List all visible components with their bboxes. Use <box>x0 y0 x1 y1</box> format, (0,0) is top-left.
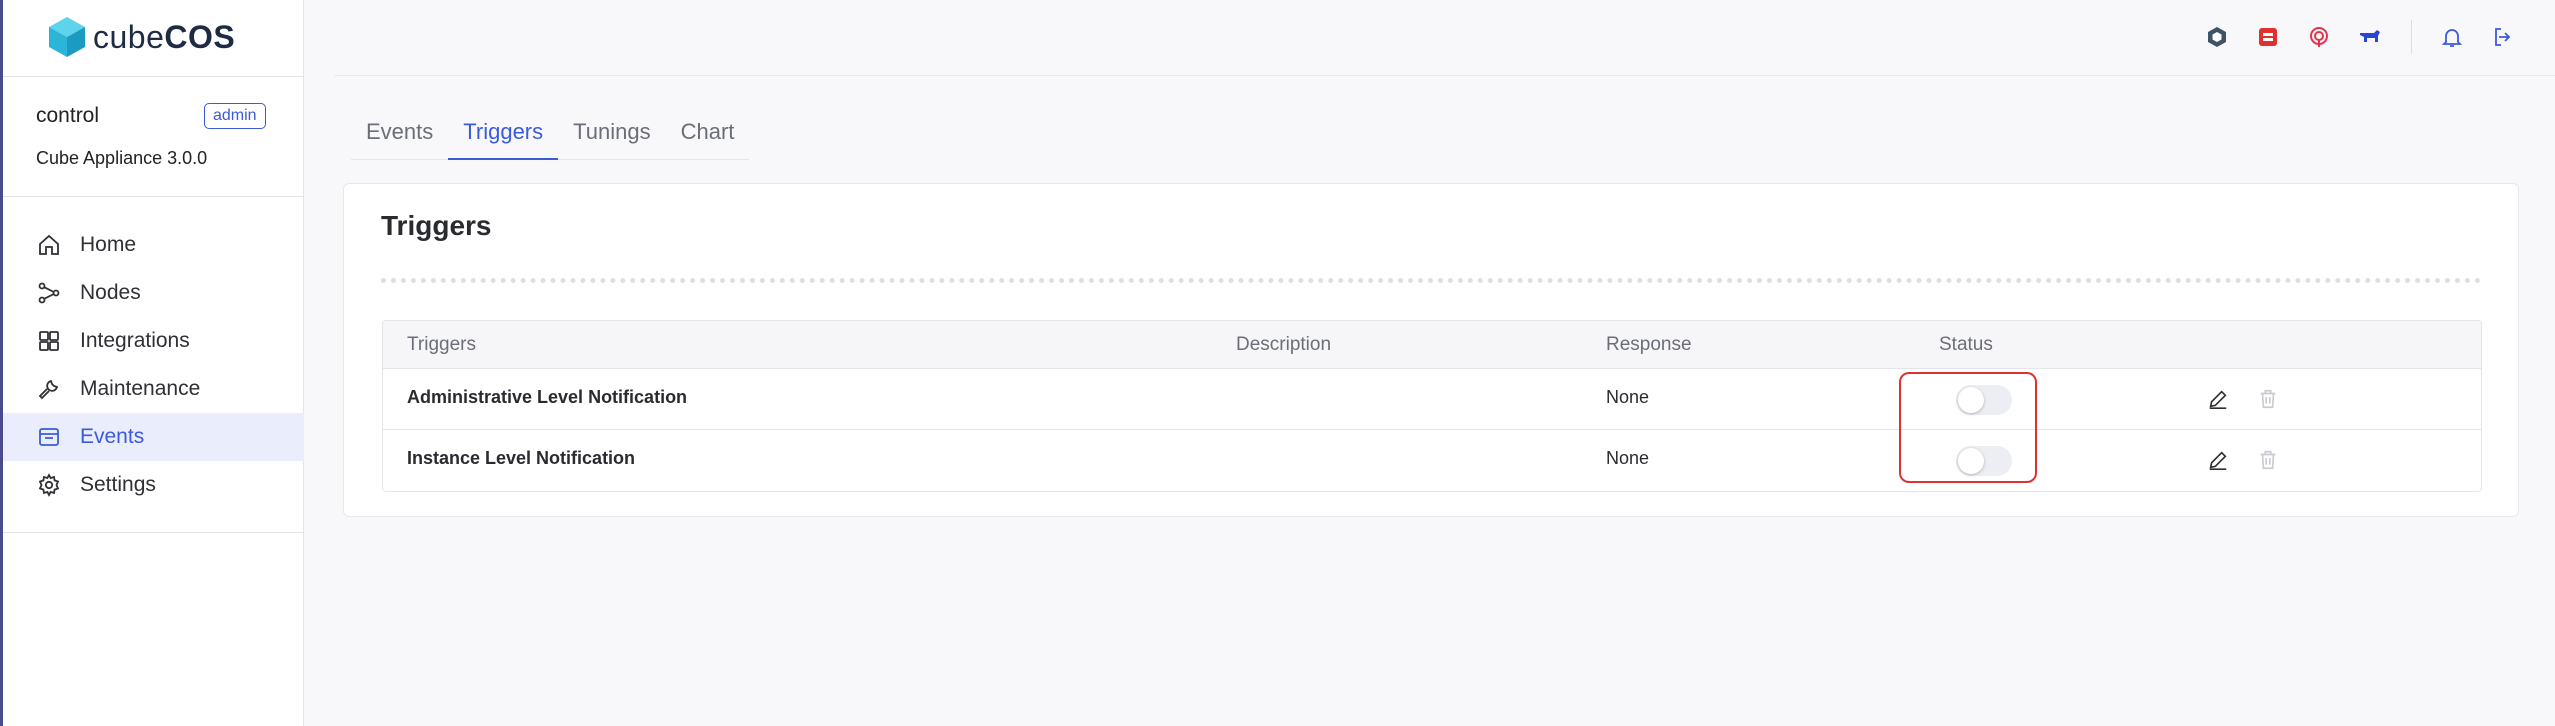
status-toggle[interactable] <box>1956 385 2012 415</box>
sidebar-nav: Home Nodes Integrations Maintenance Even… <box>3 221 304 509</box>
gear-icon <box>38 473 60 497</box>
user-name: control <box>36 104 100 127</box>
sidebar-item-home[interactable]: Home <box>3 221 304 269</box>
dotted-divider <box>381 278 2482 283</box>
trash-icon <box>2260 389 2276 409</box>
sidebar: cubeCOS control admin Cube Appliance 3.0… <box>3 0 304 726</box>
logout-button[interactable] <box>2488 22 2518 52</box>
openstack-icon <box>2208 27 2226 47</box>
sidebar-item-label: Events <box>80 425 145 448</box>
ceph-button[interactable] <box>2304 22 2334 52</box>
tab-events[interactable]: Events <box>351 112 448 160</box>
header-description: Description <box>1236 334 1332 355</box>
delete-button[interactable] <box>2255 447 2281 473</box>
sidebar-divider <box>3 76 304 77</box>
triggers-card: Triggers Triggers Description Response S… <box>343 183 2519 517</box>
header-status: Status <box>1939 334 1993 355</box>
moose-icon <box>2360 30 2380 42</box>
integrations-icon <box>39 331 59 351</box>
triggers-table: Triggers Description Response Status Adm… <box>382 320 2482 492</box>
notifications-button[interactable] <box>2437 22 2467 52</box>
sidebar-divider <box>3 532 304 533</box>
status-toggle[interactable] <box>1956 446 2012 476</box>
header-triggers: Triggers <box>407 334 476 355</box>
events-icon <box>39 428 59 446</box>
wrench-icon <box>38 379 59 400</box>
sidebar-item-label: Nodes <box>80 281 141 304</box>
trash-icon <box>2260 450 2276 470</box>
appliance-version: Cube Appliance 3.0.0 <box>36 148 208 168</box>
card-title: Triggers <box>381 210 492 241</box>
topbar-divider <box>334 75 2555 76</box>
sidebar-item-integrations[interactable]: Integrations <box>3 317 304 365</box>
tab-chart[interactable]: Chart <box>666 112 750 160</box>
delete-button[interactable] <box>2255 386 2281 412</box>
top-toolbar <box>0 22 2555 52</box>
openstack-button[interactable] <box>2202 22 2232 52</box>
header-response: Response <box>1606 334 1692 355</box>
bell-icon <box>2441 29 2463 47</box>
moose-button[interactable] <box>2355 22 2385 52</box>
trigger-response: None <box>1606 448 1650 468</box>
sidebar-item-maintenance[interactable]: Maintenance <box>3 365 304 413</box>
sidebar-item-label: Home <box>80 233 137 256</box>
trigger-name: Instance Level Notification <box>407 448 636 468</box>
sidebar-item-label: Maintenance <box>80 377 201 400</box>
server-icon <box>2259 28 2277 46</box>
edit-button[interactable] <box>2205 447 2231 473</box>
sidebar-item-label: Integrations <box>80 329 190 352</box>
trigger-response: None <box>1606 387 1650 407</box>
role-badge: admin <box>204 103 266 129</box>
sidebar-item-label: Settings <box>80 473 156 496</box>
toggle-knob <box>1958 448 1984 474</box>
sidebar-item-events[interactable]: Events <box>3 413 304 461</box>
tab-tunings[interactable]: Tunings <box>558 112 665 160</box>
pencil-icon <box>2209 390 2227 409</box>
table-row: Administrative Level Notification None <box>383 369 2481 430</box>
edit-button[interactable] <box>2205 386 2231 412</box>
pencil-icon <box>2209 451 2227 470</box>
table-header: Triggers Description Response Status <box>383 321 2481 369</box>
logout-icon <box>2495 28 2511 46</box>
nodes-icon <box>38 282 60 304</box>
toggle-knob <box>1958 387 1984 413</box>
trigger-name: Administrative Level Notification <box>407 387 688 407</box>
home-icon <box>39 234 59 255</box>
ceph-icon <box>2310 27 2328 47</box>
toolbar-divider <box>2411 20 2412 54</box>
tab-bar: Events Triggers Tunings Chart <box>351 112 750 160</box>
sidebar-divider <box>3 196 304 197</box>
table-row: Instance Level Notification None <box>383 430 2481 491</box>
tab-triggers[interactable]: Triggers <box>448 112 559 160</box>
sidebar-item-settings[interactable]: Settings <box>3 461 304 509</box>
sidebar-item-nodes[interactable]: Nodes <box>3 269 304 317</box>
server-button[interactable] <box>2253 22 2283 52</box>
